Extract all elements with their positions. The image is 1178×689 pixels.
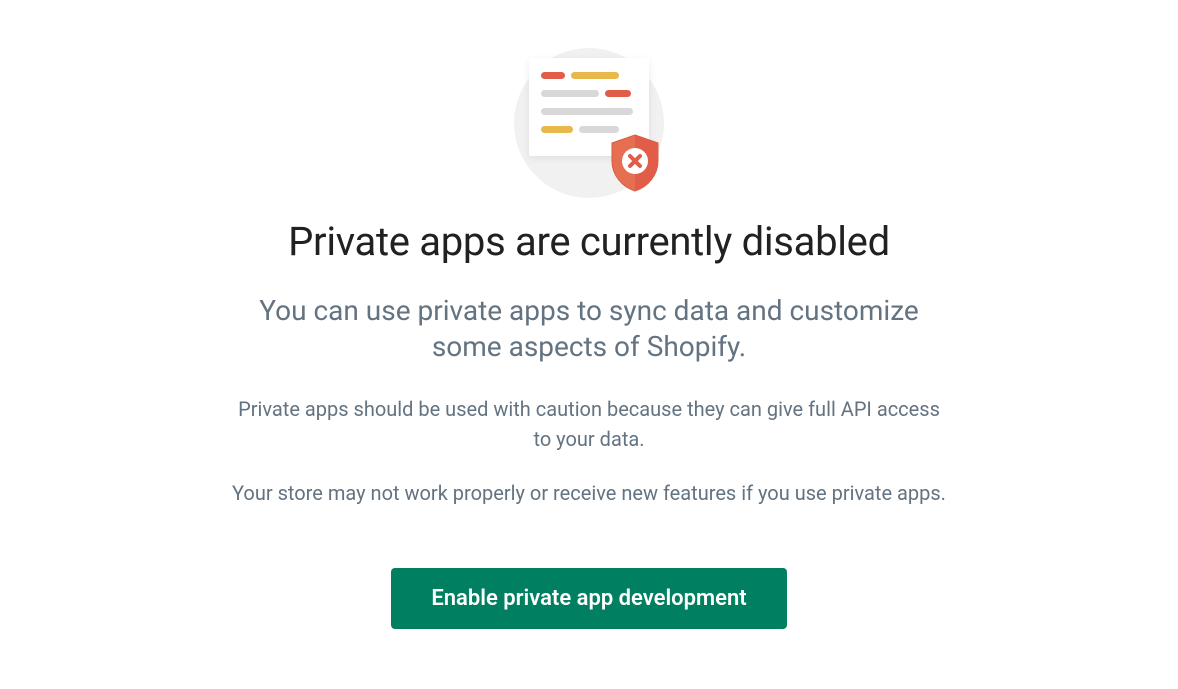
caution-text: Private apps should be used with caution…	[229, 394, 949, 454]
shield-x-icon	[608, 133, 662, 193]
page-heading: Private apps are currently disabled	[288, 218, 890, 265]
enable-private-app-button[interactable]: Enable private app development	[391, 568, 786, 629]
page-subheading: You can use private apps to sync data an…	[229, 293, 949, 366]
private-apps-illustration	[514, 38, 664, 188]
warning-text: Your store may not work properly or rece…	[232, 478, 946, 508]
